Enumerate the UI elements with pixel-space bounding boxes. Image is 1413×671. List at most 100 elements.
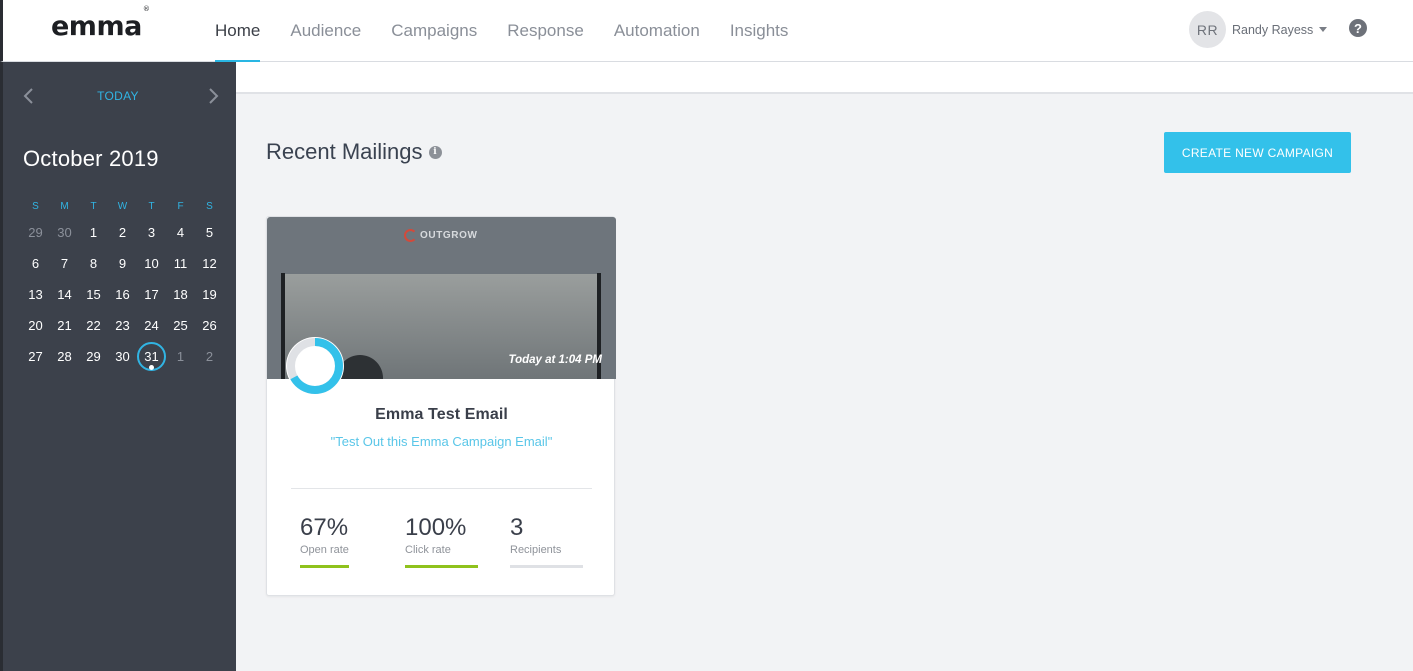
day-number: 14	[57, 287, 72, 302]
calendar-day[interactable]: 16	[108, 279, 137, 310]
day-number: 7	[60, 256, 69, 271]
calendar-month-title: October 2019	[23, 146, 159, 171]
outgrow-mark-icon	[404, 229, 417, 242]
outgrow-logo: OUTGROW	[404, 229, 478, 242]
nav-label: Home	[215, 21, 261, 40]
calendar-day[interactable]: 24	[137, 310, 166, 341]
calendar-day[interactable]: 6	[21, 248, 50, 279]
main-nav: Home Audience Campaigns Response Automat…	[200, 0, 804, 63]
calendar-grid: SMTWTFS 29 30 1 2 3 4 5 6 7 8 9 10 11 12 13 14 15 16 17 18 1…	[21, 201, 224, 372]
recent-mailings-heading: Recent Mailings	[266, 139, 423, 164]
calendar-day[interactable]: 20	[21, 310, 50, 341]
calendar-day[interactable]: 4	[166, 217, 195, 248]
stat-label: Click rate	[405, 544, 451, 556]
day-number: 1	[176, 349, 185, 364]
day-number: 28	[57, 349, 72, 364]
calendar-day[interactable]: 11	[166, 248, 195, 279]
calendar-week: 20 21 22 23 24 25 26	[21, 310, 224, 341]
day-number: 11	[173, 256, 188, 271]
calendar-day[interactable]: 10	[137, 248, 166, 279]
progress-donut	[286, 337, 344, 395]
day-number: 23	[115, 318, 130, 333]
calendar-day[interactable]: 29	[79, 341, 108, 372]
calendar-day[interactable]: 19	[195, 279, 224, 310]
day-number: 4	[176, 225, 185, 240]
campaign-subject: "Test Out this Emma Campaign Email"	[330, 434, 553, 449]
day-number: 8	[89, 256, 98, 271]
stat-value: 100%	[405, 514, 467, 541]
calendar-day[interactable]: 30	[50, 217, 79, 248]
calendar-day[interactable]: 9	[108, 248, 137, 279]
weekday-label: F	[177, 201, 184, 212]
info-icon[interactable]: i	[428, 145, 442, 159]
calendar-day[interactable]: 23	[108, 310, 137, 341]
help-icon[interactable]: ?	[1349, 19, 1367, 37]
nav-label: Automation	[613, 21, 700, 40]
calendar-day[interactable]: 8	[79, 248, 108, 279]
create-new-campaign-button[interactable]: CREATE NEW CAMPAIGN	[1164, 132, 1351, 173]
day-number: 21	[57, 318, 72, 333]
calendar-day[interactable]: 26	[195, 310, 224, 341]
nav-item-response[interactable]: Response	[492, 0, 599, 62]
calendar-day[interactable]: 1	[166, 341, 195, 372]
calendar-day[interactable]: 22	[79, 310, 108, 341]
calendar-day[interactable]: 2	[108, 217, 137, 248]
nav-item-automation[interactable]: Automation	[599, 0, 715, 62]
day-number: 1	[89, 225, 98, 240]
nav-item-campaigns[interactable]: Campaigns	[376, 0, 492, 62]
calendar-day[interactable]: 13	[21, 279, 50, 310]
weekday-label: S	[32, 201, 39, 212]
emma-logo[interactable]: emma®	[51, 5, 150, 42]
user-menu[interactable]: RR Randy Rayess	[1189, 11, 1328, 48]
calendar-day[interactable]: 14	[50, 279, 79, 310]
calendar-day[interactable]: 2	[195, 341, 224, 372]
day-number: 12	[202, 256, 217, 271]
brand-text: OUTGROW	[420, 230, 478, 241]
chevron-left-icon[interactable]	[19, 86, 39, 106]
chevron-right-icon[interactable]	[203, 86, 223, 106]
calendar-day[interactable]: 28	[50, 341, 79, 372]
day-number: 25	[173, 318, 188, 333]
calendar-day-today[interactable]: 31	[137, 341, 166, 372]
calendar-day[interactable]: 25	[166, 310, 195, 341]
mailing-timestamp: Today at 1:04 PM	[508, 354, 602, 366]
stat-recipients: 3 Recipients	[510, 514, 584, 568]
today-link[interactable]: TODAY	[63, 89, 173, 103]
calendar-day[interactable]: 30	[108, 341, 137, 372]
main-header-strip	[236, 62, 1413, 94]
nav-label: Audience	[290, 21, 362, 40]
event-dot	[149, 365, 154, 370]
mailing-card[interactable]: OUTGROW Today at 1:04 PM Emma Test Email…	[266, 216, 616, 596]
nav-item-home[interactable]: Home	[200, 0, 275, 63]
calendar-day[interactable]: 3	[137, 217, 166, 248]
day-number: 26	[202, 318, 217, 333]
calendar-day[interactable]: 5	[195, 217, 224, 248]
weekday-label: M	[60, 201, 69, 212]
day-number: 13	[28, 287, 43, 302]
calendar-day[interactable]: 1	[79, 217, 108, 248]
calendar-day[interactable]: 21	[50, 310, 79, 341]
calendar-day[interactable]: 29	[21, 217, 50, 248]
user-name: Randy Rayess	[1232, 22, 1314, 37]
calendar-day[interactable]: 27	[21, 341, 50, 372]
calendar-day[interactable]: 17	[137, 279, 166, 310]
day-number: 27	[28, 349, 43, 364]
top-navigation-bar: emma® Home Audience Campaigns Response A…	[0, 0, 1413, 63]
calendar-day[interactable]: 7	[50, 248, 79, 279]
day-number: 16	[115, 287, 130, 302]
weekday-label: W	[117, 201, 128, 212]
nav-item-insights[interactable]: Insights	[715, 0, 804, 62]
stat-open-rate: 67% Open rate	[300, 514, 374, 568]
stat-value: 3	[510, 514, 524, 541]
caret-down-icon	[1319, 27, 1328, 32]
calendar-day[interactable]: 18	[166, 279, 195, 310]
calendar-day[interactable]: 12	[195, 248, 224, 279]
day-number: 19	[202, 287, 217, 302]
day-number: 5	[205, 225, 214, 240]
day-number: 20	[28, 318, 43, 333]
calendar-day[interactable]: 15	[79, 279, 108, 310]
day-number: 2	[205, 349, 214, 364]
nav-item-audience[interactable]: Audience	[275, 0, 376, 62]
weekday-label: T	[90, 201, 97, 212]
weekday-label: S	[206, 201, 213, 212]
